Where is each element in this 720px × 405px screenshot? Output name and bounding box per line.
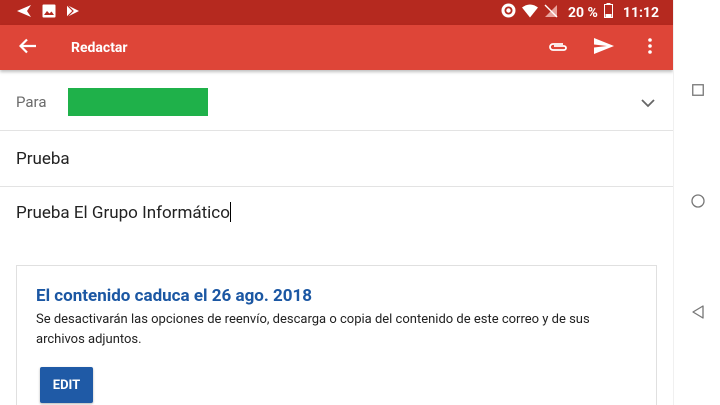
send-notification-icon: [16, 3, 32, 22]
body-text: Prueba El Grupo Informático: [16, 203, 230, 223]
triangle-back-icon: [691, 304, 704, 323]
text-cursor: [229, 202, 231, 222]
square-icon: [691, 81, 704, 100]
home-button[interactable]: [674, 182, 720, 222]
page-title: Redactar: [71, 39, 128, 56]
chevron-down-icon[interactable]: [641, 93, 655, 112]
more-options-button[interactable]: [627, 25, 673, 70]
more-vert-icon: [648, 37, 652, 58]
attach-icon: [547, 38, 569, 57]
image-notification-icon: [42, 3, 56, 22]
status-bar: 20 % 11:12: [0, 0, 673, 25]
send-icon: [593, 37, 615, 59]
navigation-bar: [673, 0, 720, 405]
do-not-disturb-icon: [501, 3, 516, 22]
expiry-notice-card: El contenido caduca el 26 ago. 2018 Se d…: [16, 265, 657, 405]
wifi-icon: [522, 4, 539, 22]
no-sim-icon: [544, 4, 558, 22]
subject-text: Prueba: [16, 148, 70, 169]
body-field[interactable]: Prueba El Grupo Informático: [16, 202, 231, 223]
app-bar: Redactar: [0, 25, 673, 70]
edit-button[interactable]: EDIT: [40, 367, 93, 403]
arrow-back-icon: [18, 38, 37, 58]
to-field-row[interactable]: Para: [0, 74, 673, 131]
back-button[interactable]: [0, 25, 56, 70]
compose-screen: 20 % 11:12 Redactar Para Prueba Prueba E…: [0, 0, 673, 405]
to-label: Para: [16, 93, 47, 111]
send-button[interactable]: [581, 25, 627, 70]
recent-apps-button[interactable]: [674, 70, 720, 110]
status-time: 11:12: [622, 4, 659, 21]
expiry-heading: El contenido caduca el 26 ago. 2018: [36, 286, 313, 306]
app-bar-actions: [535, 25, 673, 70]
subject-field[interactable]: Prueba: [0, 131, 673, 187]
battery-icon: [603, 3, 613, 22]
play-store-icon: [66, 3, 80, 22]
expiry-description: Se desactivarán las opciones de reenvío,…: [36, 312, 590, 347]
nav-back-button[interactable]: [674, 293, 720, 333]
battery-percent: 20 %: [568, 4, 598, 21]
status-bar-notifications: [16, 3, 80, 22]
status-bar-system: 20 % 11:12: [501, 3, 659, 22]
attach-button[interactable]: [535, 25, 581, 70]
circle-icon: [690, 193, 705, 212]
recipient-redacted[interactable]: [68, 88, 208, 116]
